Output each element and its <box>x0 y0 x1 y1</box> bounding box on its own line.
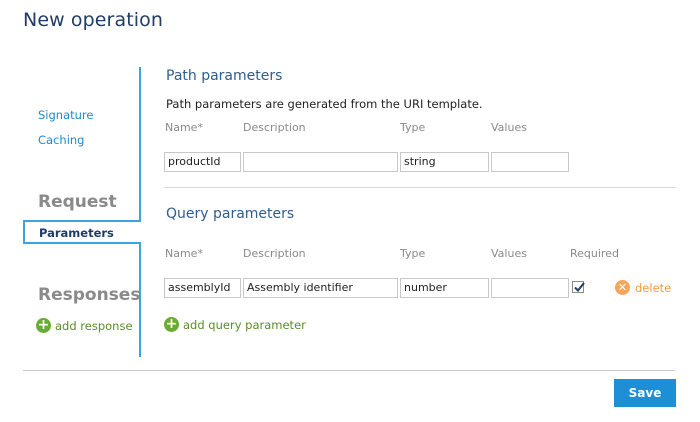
plus-icon: + <box>36 317 51 333</box>
col-required: Required <box>570 247 619 260</box>
sidebar-heading-responses: Responses <box>38 285 141 305</box>
sidebar-link-signature[interactable]: Signature <box>38 108 93 122</box>
add-response-label: add response <box>55 318 133 333</box>
sidebar-heading-request: Request <box>38 192 117 212</box>
section-divider <box>164 187 676 188</box>
path-param-type-field[interactable]: string <box>400 152 489 172</box>
page-title: New operation <box>23 9 164 31</box>
delete-label: delete <box>635 280 672 295</box>
col-name: Name* <box>165 247 203 260</box>
col-type: Type <box>400 247 426 260</box>
nav-rail-top <box>139 67 141 220</box>
add-query-parameter-label: add query parameter <box>183 317 306 332</box>
add-query-parameter-button[interactable]: + add query parameter <box>164 317 306 332</box>
col-name: Name* <box>165 121 203 134</box>
save-button[interactable]: Save <box>614 379 676 407</box>
query-param-type-field[interactable]: number <box>400 278 489 298</box>
query-param-description-field[interactable]: Assembly identifier <box>243 278 398 298</box>
path-params-title: Path parameters <box>166 68 283 84</box>
sidebar-item-parameters[interactable]: Parameters <box>23 220 141 244</box>
add-response-button[interactable]: + add response <box>36 318 133 333</box>
col-type: Type <box>400 121 426 134</box>
close-icon: ✕ <box>615 280 630 295</box>
col-description: Description <box>243 247 306 260</box>
path-param-name-field[interactable]: productId <box>164 152 241 172</box>
col-values: Values <box>491 247 527 260</box>
footer-divider <box>23 370 675 371</box>
sidebar-item-label: Parameters <box>39 226 114 240</box>
query-params-title: Query parameters <box>166 206 295 222</box>
path-params-hint: Path parameters are generated from the U… <box>166 97 483 111</box>
query-param-name-field[interactable]: assemblyId <box>164 278 241 298</box>
col-description: Description <box>243 121 306 134</box>
path-param-values-field[interactable] <box>491 152 569 172</box>
delete-button[interactable]: ✕ delete <box>615 280 671 295</box>
checkmark-icon <box>574 282 585 292</box>
path-param-description-field[interactable] <box>243 152 398 172</box>
sidebar-link-caching[interactable]: Caching <box>38 133 84 147</box>
plus-icon: + <box>164 316 179 332</box>
query-param-values-field[interactable] <box>491 278 569 298</box>
col-values: Values <box>491 121 527 134</box>
required-checkbox[interactable] <box>572 281 585 293</box>
